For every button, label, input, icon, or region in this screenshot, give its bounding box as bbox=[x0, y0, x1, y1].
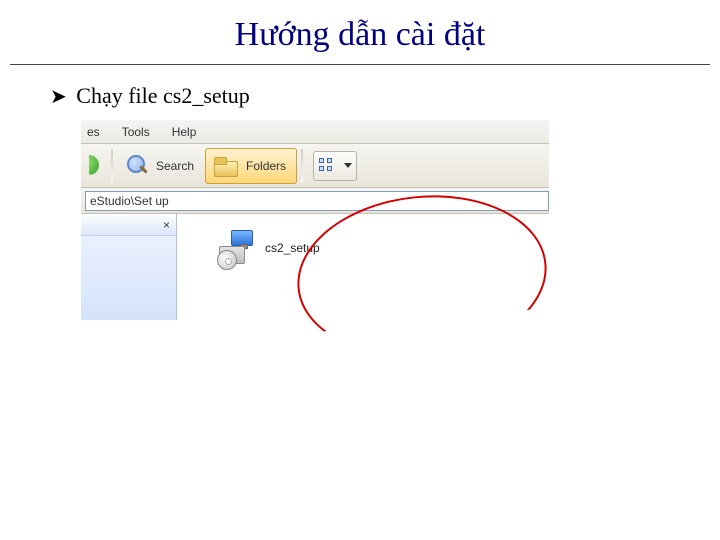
bullet-text: Chạy file cs2_setup bbox=[76, 83, 250, 108]
menu-help[interactable]: Help bbox=[172, 125, 197, 139]
title-divider bbox=[10, 64, 710, 65]
installer-icon bbox=[217, 228, 257, 268]
chevron-down-icon bbox=[344, 163, 352, 168]
explorer-screenshot: es Tools Help Search Folders eStu bbox=[80, 119, 550, 319]
search-label: Search bbox=[156, 159, 194, 173]
search-button[interactable]: Search bbox=[117, 148, 205, 184]
file-name-label: cs2_setup bbox=[265, 241, 320, 255]
menu-tools[interactable]: Tools bbox=[122, 125, 150, 139]
explorer-menubar: es Tools Help bbox=[81, 120, 549, 144]
slide-title: Hướng dẫn cài đặt bbox=[0, 0, 720, 64]
folders-label: Folders bbox=[246, 159, 286, 173]
file-list-area: cs2_setup bbox=[177, 214, 549, 318]
bullet-run-file: ➤ Chạy file cs2_setup bbox=[0, 83, 720, 109]
address-input[interactable]: eStudio\Set up bbox=[85, 191, 549, 211]
view-button[interactable] bbox=[313, 151, 357, 181]
file-item-cs2-setup[interactable]: cs2_setup bbox=[217, 228, 320, 268]
task-pane-header: × bbox=[81, 214, 176, 236]
explorer-toolbar: Search Folders bbox=[81, 144, 549, 188]
folders-button[interactable]: Folders bbox=[205, 148, 297, 184]
grid-view-icon bbox=[318, 157, 340, 175]
forward-icon[interactable] bbox=[85, 153, 107, 179]
bullet-marker: ➤ bbox=[50, 86, 67, 108]
close-icon[interactable]: × bbox=[163, 218, 170, 232]
toolbar-divider bbox=[301, 149, 303, 183]
address-bar: eStudio\Set up bbox=[81, 188, 549, 214]
toolbar-divider bbox=[111, 149, 113, 183]
search-icon bbox=[124, 153, 150, 179]
address-text: eStudio\Set up bbox=[90, 194, 169, 208]
folder-icon bbox=[212, 153, 240, 179]
task-pane: × bbox=[81, 214, 177, 320]
menu-item-fragment[interactable]: es bbox=[87, 125, 100, 139]
